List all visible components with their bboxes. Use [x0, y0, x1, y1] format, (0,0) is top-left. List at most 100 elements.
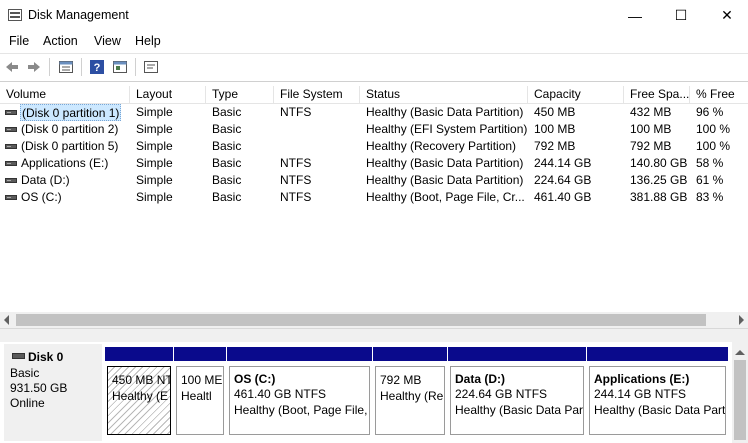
col-header-free-space[interactable]: Free Spa...	[624, 86, 690, 103]
cell-percent-free: 61 %	[696, 173, 724, 187]
cell-volume: Applications (E:)	[21, 156, 109, 170]
cell-layout: Simple	[136, 139, 173, 153]
disk-management-app-icon	[8, 9, 22, 21]
cell-free-space: 100 MB	[630, 122, 672, 136]
partition-size: 450 MB NT	[112, 373, 171, 387]
properties-icon[interactable]	[112, 59, 128, 75]
partition-size: 224.64 GB NTFS	[455, 387, 548, 401]
scroll-up-icon[interactable]	[735, 350, 745, 355]
col-header-capacity[interactable]: Capacity	[528, 86, 624, 103]
volume-icon	[5, 195, 17, 200]
partition-5-block[interactable]: 792 MB Healthy (Re	[373, 347, 447, 439]
partition-name: Applications (E:)	[594, 372, 690, 386]
partition-size: 792 MB	[380, 373, 422, 387]
partition-box: 450 MB NT Healthy (E	[107, 366, 171, 435]
disk-type: Basic	[10, 366, 40, 380]
partition-status: Healthy (Basic Data Par	[455, 403, 584, 417]
partition-bar	[373, 347, 447, 361]
col-header-layout[interactable]: Layout	[130, 86, 206, 103]
col-header-file-system[interactable]: File System	[274, 86, 360, 103]
col-header-volume[interactable]: Volume	[0, 86, 130, 103]
partition-bar	[105, 347, 173, 361]
partition-2-block[interactable]: 100 ME Healtl	[174, 347, 226, 439]
window-title: Disk Management	[28, 8, 129, 22]
partition-bar	[448, 347, 586, 361]
cell-percent-free: 96 %	[696, 105, 724, 119]
menu-action[interactable]: Action	[43, 34, 78, 48]
table-row[interactable]: OS (C:) Simple Basic NTFS Healthy (Boot,…	[0, 189, 748, 206]
col-header-status[interactable]: Status	[360, 86, 528, 103]
table-row[interactable]: (Disk 0 partition 2) Simple Basic Health…	[0, 121, 748, 138]
col-header-type[interactable]: Type	[206, 86, 274, 103]
cell-file-system: NTFS	[280, 105, 312, 119]
scrollbar-thumb[interactable]	[16, 314, 706, 326]
partition-os-block[interactable]: OS (C:) 461.40 GB NTFS Healthy (Boot, Pa…	[227, 347, 372, 439]
scroll-right-icon[interactable]	[739, 315, 744, 325]
table-row[interactable]: (Disk 0 partition 5) Simple Basic Health…	[0, 138, 748, 155]
help-icon[interactable]: ?	[89, 59, 105, 75]
title-bar: Disk Management — ☐ ✕	[0, 0, 748, 31]
partition-status: Healthy (Boot, Page File,	[234, 403, 368, 417]
cell-file-system: NTFS	[280, 156, 312, 170]
cell-free-space: 381.88 GB	[630, 190, 688, 204]
toolbar-separator	[135, 58, 136, 76]
partition-name: OS (C:)	[234, 372, 276, 386]
console-icon[interactable]	[143, 59, 159, 75]
volume-icon	[5, 178, 17, 183]
disk-info-panel[interactable]: Disk 0 Basic 931.50 GB Online	[4, 344, 102, 441]
horizontal-scrollbar[interactable]	[0, 312, 748, 328]
list-view-icon[interactable]	[58, 59, 74, 75]
disk-graphical-view: Disk 0 Basic 931.50 GB Online 450 MB NT …	[0, 342, 748, 443]
close-button[interactable]: ✕	[704, 0, 748, 31]
partition-applications-block[interactable]: Applications (E:) 244.14 GB NTFS Healthy…	[587, 347, 728, 439]
col-header-percent-free[interactable]: % Free	[690, 86, 748, 103]
disk-size: 931.50 GB	[10, 381, 68, 395]
cell-layout: Simple	[136, 156, 173, 170]
back-icon[interactable]	[4, 59, 20, 75]
disk-state: Online	[10, 396, 45, 410]
menu-file[interactable]: File	[9, 34, 29, 48]
cell-free-space: 432 MB	[630, 105, 672, 119]
table-row[interactable]: Applications (E:) Simple Basic NTFS Heal…	[0, 155, 748, 172]
cell-status: Healthy (Basic Data Partition)	[366, 173, 524, 187]
cell-status: Healthy (Recovery Partition)	[366, 139, 517, 153]
forward-icon[interactable]	[26, 59, 42, 75]
partition-bar	[227, 347, 372, 361]
pane-splitter[interactable]	[0, 328, 748, 343]
partition-box: 792 MB Healthy (Re	[375, 366, 445, 435]
cell-status: Healthy (Boot, Page File, Cr...	[366, 190, 525, 204]
vertical-scrollbar[interactable]	[732, 342, 748, 443]
disk-icon	[12, 353, 25, 359]
menu-help[interactable]: Help	[135, 34, 161, 48]
table-row[interactable]: Data (D:) Simple Basic NTFS Healthy (Bas…	[0, 172, 748, 189]
cell-status: Healthy (Basic Data Partition)	[366, 156, 524, 170]
cell-layout: Simple	[136, 173, 173, 187]
cell-free-space: 136.25 GB	[630, 173, 688, 187]
volume-icon	[5, 144, 17, 149]
partition-1-block[interactable]: 450 MB NT Healthy (E	[105, 347, 173, 439]
cell-status: Healthy (EFI System Partition)	[366, 122, 528, 136]
scrollbar-thumb[interactable]	[734, 360, 746, 440]
partition-data-block[interactable]: Data (D:) 224.64 GB NTFS Healthy (Basic …	[448, 347, 586, 439]
scroll-left-icon[interactable]	[4, 315, 9, 325]
menu-view[interactable]: View	[94, 34, 121, 48]
cell-capacity: 450 MB	[534, 105, 576, 119]
cell-capacity: 461.40 GB	[534, 190, 592, 204]
table-row[interactable]: (Disk 0 partition 1) Simple Basic NTFS H…	[0, 104, 748, 121]
cell-file-system: NTFS	[280, 173, 312, 187]
cell-percent-free: 58 %	[696, 156, 724, 170]
volume-icon	[5, 110, 17, 115]
minimize-icon: —	[628, 7, 642, 24]
menu-bar: File Action View Help	[0, 31, 748, 53]
partition-status: Healthy (E	[112, 389, 169, 403]
volume-icon	[5, 127, 17, 132]
cell-percent-free: 100 %	[696, 122, 731, 136]
cell-volume: Data (D:)	[21, 173, 70, 187]
cell-capacity: 224.64 GB	[534, 173, 592, 187]
minimize-button[interactable]: —	[612, 0, 658, 31]
close-icon: ✕	[721, 7, 733, 23]
partition-box: Data (D:) 224.64 GB NTFS Healthy (Basic …	[450, 366, 584, 435]
cell-free-space: 140.80 GB	[630, 156, 688, 170]
maximize-button[interactable]: ☐	[658, 0, 704, 31]
cell-type: Basic	[212, 105, 242, 119]
